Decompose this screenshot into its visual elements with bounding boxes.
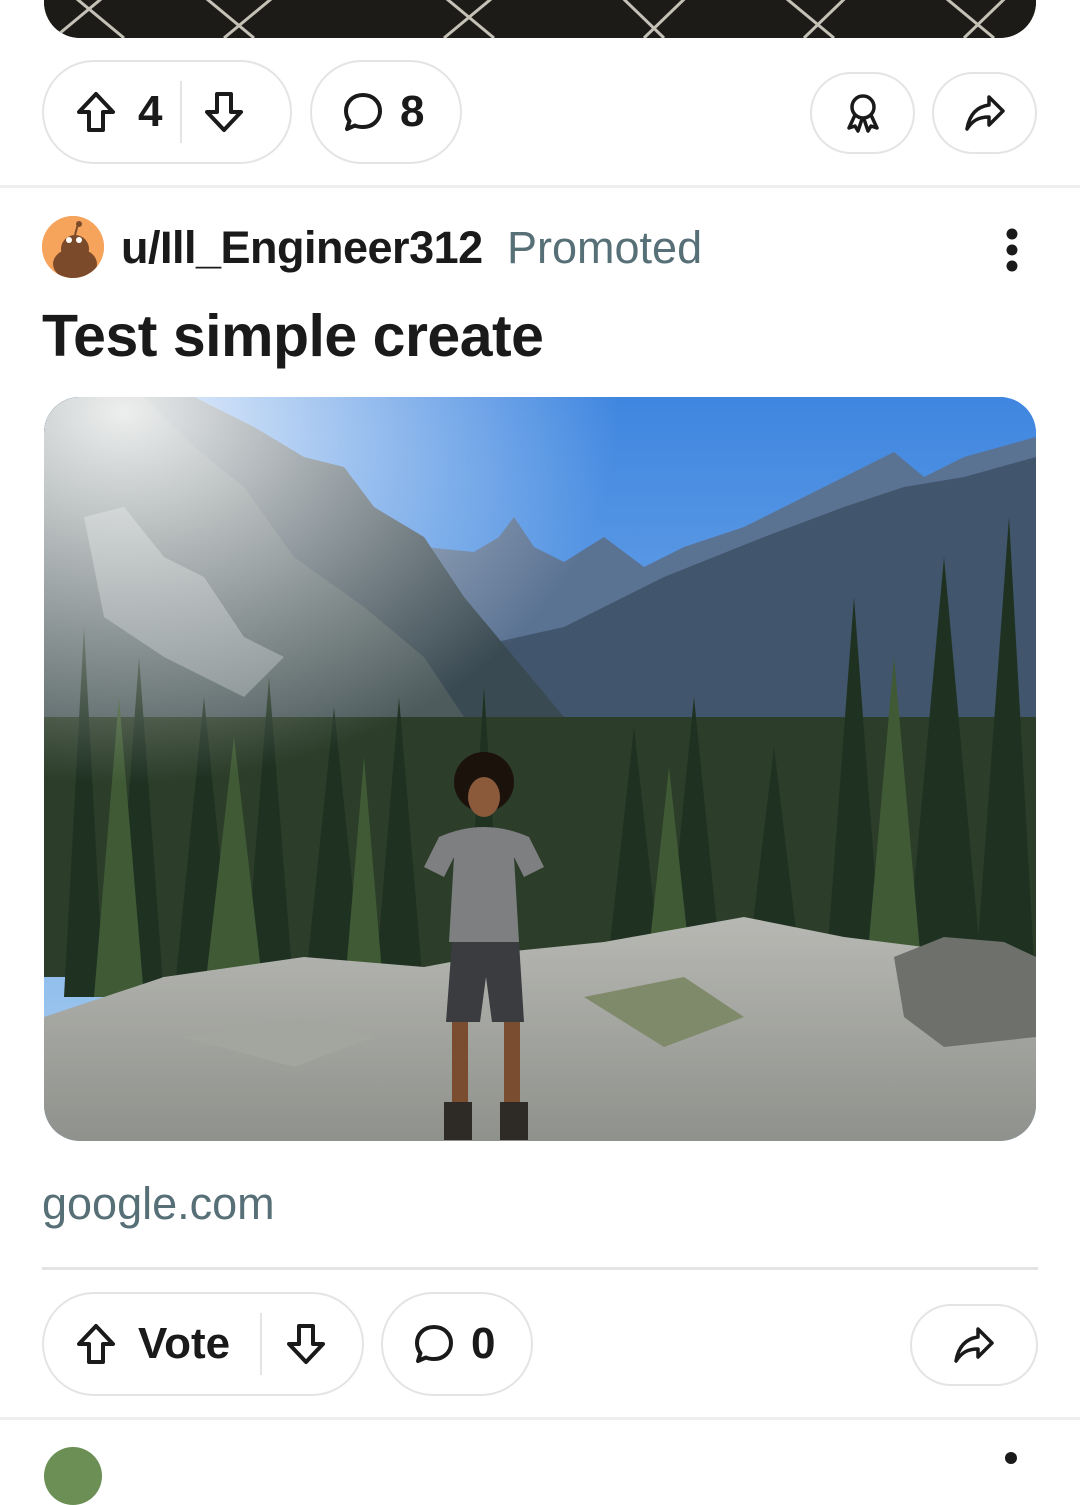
- award-button[interactable]: [810, 72, 915, 154]
- award-icon: [843, 92, 883, 134]
- comment-icon: [413, 1323, 455, 1365]
- comment-count: 8: [400, 87, 425, 136]
- user-avatar[interactable]: [42, 216, 104, 278]
- post-username[interactable]: u/Ill_Engineer312: [121, 222, 483, 274]
- next-post-avatar[interactable]: [44, 1447, 102, 1505]
- vote-pill: 4: [42, 60, 292, 164]
- vote-divider: [260, 1313, 262, 1375]
- comment-count: 0: [471, 1319, 496, 1368]
- snoo-avatar-icon: [42, 216, 104, 278]
- vote-divider: [180, 81, 182, 143]
- upvote-icon[interactable]: [74, 90, 118, 134]
- share-icon: [963, 93, 1007, 133]
- vote-count: 4: [138, 87, 163, 136]
- previous-post-image[interactable]: [44, 0, 1036, 38]
- downvote-icon[interactable]: [284, 1322, 328, 1366]
- share-button[interactable]: [932, 72, 1037, 154]
- share-button[interactable]: [910, 1304, 1038, 1386]
- comments-button[interactable]: 0: [381, 1292, 533, 1396]
- link-divider: [42, 1267, 1038, 1270]
- comment-icon: [342, 91, 384, 133]
- vote-pill: Vote: [42, 1292, 364, 1396]
- more-options-button[interactable]: [990, 222, 1034, 278]
- post-image[interactable]: [44, 397, 1036, 1141]
- vote-label: Vote: [138, 1319, 231, 1368]
- share-icon: [952, 1325, 996, 1365]
- more-vertical-icon: [1006, 228, 1018, 272]
- downvote-icon[interactable]: [202, 90, 246, 134]
- upvote-icon[interactable]: [74, 1322, 118, 1366]
- next-post-menu-icon[interactable]: [1005, 1452, 1017, 1464]
- promoted-label: Promoted: [507, 222, 703, 273]
- link-domain[interactable]: google.com: [42, 1178, 275, 1230]
- post-title[interactable]: Test simple create: [42, 302, 544, 370]
- post-separator: [0, 1417, 1080, 1420]
- post-separator: [0, 185, 1080, 188]
- comments-button[interactable]: 8: [310, 60, 462, 164]
